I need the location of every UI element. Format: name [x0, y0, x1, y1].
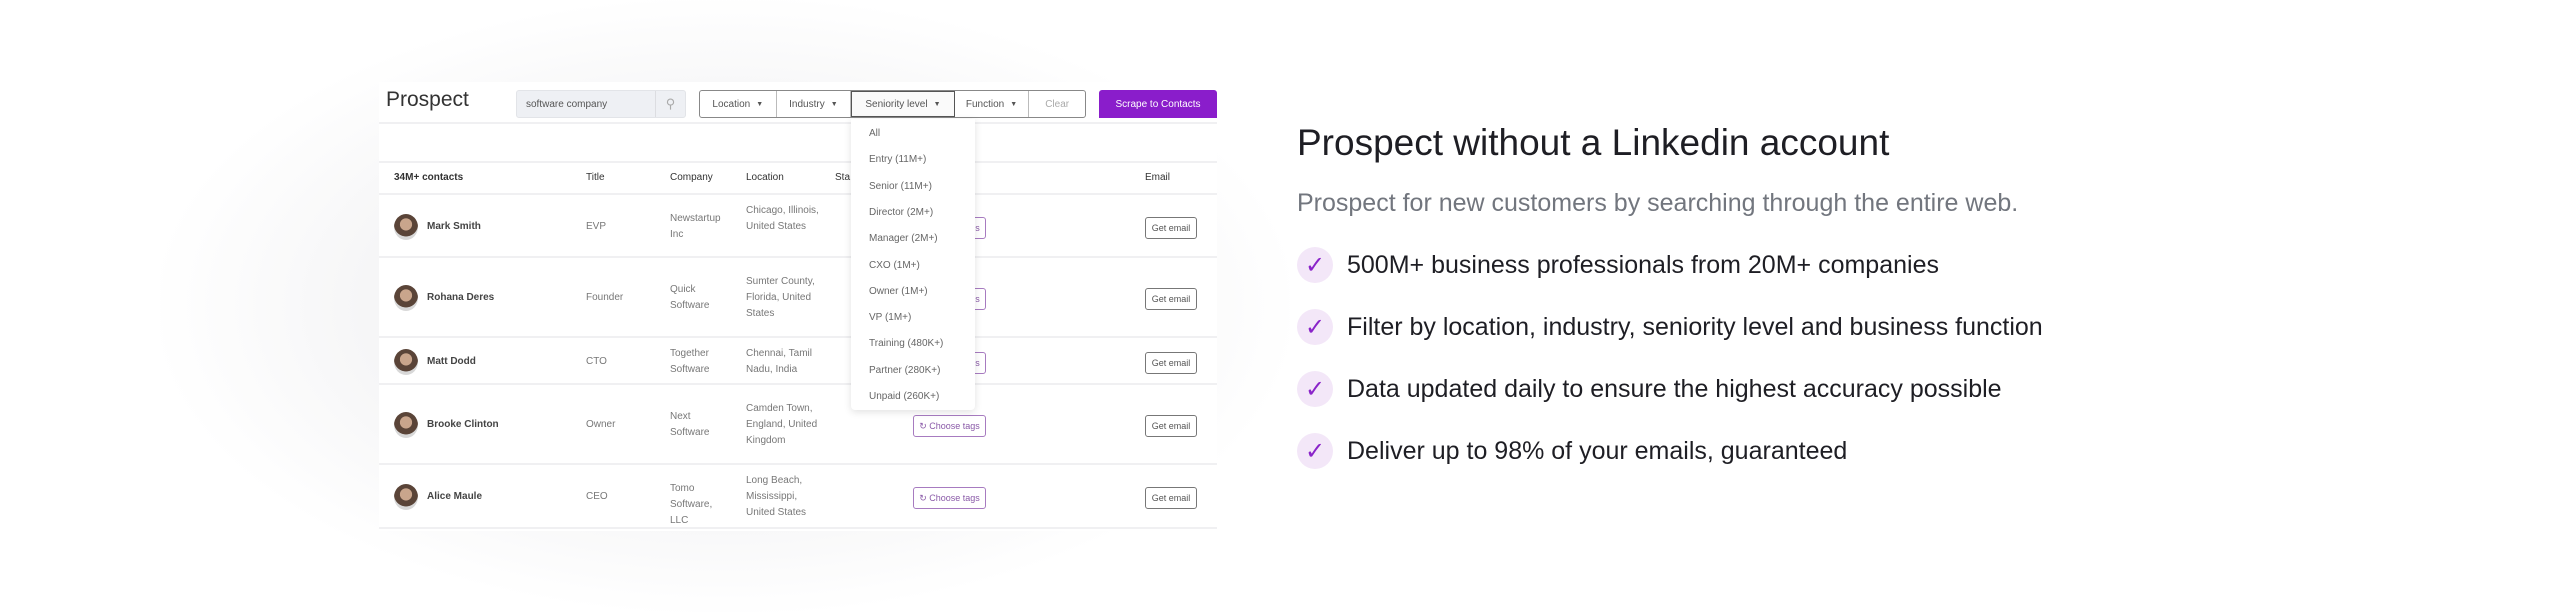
contact-name[interactable]: Matt Dodd — [427, 354, 476, 370]
seniority-dropdown-menu: All Entry (11M+) Senior (11M+) Director (2M… — [851, 119, 975, 410]
contact-name[interactable]: Rohana Deres — [427, 290, 494, 306]
feature-bullet-text: Data updated daily to ensure the highest… — [1347, 374, 2002, 403]
divider — [379, 161, 1217, 163]
contact-title: EVP — [586, 220, 607, 232]
feature-bullet-text: Filter by location, industry, seniority … — [1347, 312, 2043, 341]
dropdown-option[interactable]: Partner (280K+) — [869, 365, 940, 376]
clear-button[interactable]: Clear — [1029, 91, 1085, 117]
header-company: Company — [670, 172, 713, 183]
feature-subtitle: Prospect for new customers by searching … — [1297, 189, 2019, 217]
contact-location: Chicago, Illinois, United States — [746, 204, 819, 232]
contact-company: Quick Software — [670, 284, 710, 311]
feature-bullet: ✓ 500M+ business professionals from 20M+ … — [1297, 247, 1939, 283]
contact-location: Long Beach, Mississippi, United States — [746, 475, 807, 518]
contact-company: Tomo Software, LLC — [670, 483, 713, 526]
filter-label: Industry — [789, 98, 825, 110]
get-email-button[interactable]: Get email — [1145, 487, 1197, 509]
contact-title: CTO — [586, 355, 607, 367]
magnifier-icon[interactable]: ⚲ — [655, 91, 685, 117]
table-row: Brooke Clinton Owner Next Software Camde… — [379, 385, 1217, 465]
get-email-button[interactable]: Get email — [1145, 216, 1197, 239]
header-title: Title — [586, 172, 605, 183]
divider — [379, 122, 1217, 124]
table-row: Alice Maule CEO Tomo Software, LLC Long … — [379, 465, 1217, 529]
filter-label: Seniority level — [865, 98, 928, 110]
caret-down-icon: ▼ — [830, 100, 838, 108]
checkmark-icon: ✓ — [1297, 433, 1333, 469]
caret-down-icon: ▼ — [933, 100, 941, 108]
contact-name[interactable]: Alice Maule — [427, 489, 482, 505]
dropdown-option[interactable]: Training (480K+) — [869, 338, 943, 349]
tag-icon: ↻ — [919, 492, 927, 503]
filter-label: Function — [965, 98, 1005, 110]
header-location: Location — [746, 172, 784, 183]
contact-name[interactable]: Brooke Clinton — [427, 417, 499, 433]
scrape-to-contacts-button[interactable]: Scrape to Contacts — [1099, 90, 1217, 118]
get-email-button[interactable]: Get email — [1145, 288, 1197, 310]
dropdown-option[interactable]: CXO (1M+) — [869, 260, 920, 271]
dropdown-option[interactable]: Entry (11M+) — [869, 154, 926, 165]
contact-location: Camden Town, England, United Kingdom — [746, 403, 818, 446]
contact-title: Owner — [586, 419, 616, 430]
avatar — [394, 213, 418, 240]
contact-company: Newstartup Inc — [670, 212, 721, 240]
table-row: Matt Dodd CTO Together Software Chennai,… — [379, 338, 1217, 385]
feature-bullet: ✓ Filter by location, industry, seniority… — [1297, 309, 2043, 345]
contact-company: Next Software — [670, 411, 710, 438]
filter-seniority[interactable]: Seniority level ▼ — [851, 91, 955, 117]
contact-title: CEO — [586, 491, 608, 502]
dropdown-option[interactable]: Director (2M+) — [869, 207, 933, 218]
page-title: Prospect — [386, 88, 469, 111]
checkmark-icon: ✓ — [1297, 247, 1333, 283]
choose-tags-button[interactable]: ↻ Choose tags — [913, 487, 986, 509]
avatar — [394, 412, 418, 438]
contact-title: Founder — [586, 292, 624, 303]
search-value: software company — [526, 99, 608, 110]
filter-group: Location ▼ Industry ▼ Seniority level ▼ Fun… — [699, 90, 1086, 118]
table-row: Mark Smith EVP Newstartup Inc Chicago, I… — [379, 195, 1217, 258]
choose-tags-label: Choose tags — [929, 493, 980, 503]
dropdown-option[interactable]: Owner (1M+) — [869, 286, 928, 297]
avatar — [394, 348, 418, 375]
get-email-button[interactable]: Get email — [1145, 415, 1197, 437]
search-input[interactable]: software company ⚲ — [516, 90, 686, 118]
prospect-panel: Prospect software company ⚲ Location ▼ In… — [379, 82, 1217, 531]
choose-tags-button[interactable]: ↻ Choose tags — [913, 415, 986, 437]
contact-name[interactable]: Mark Smith — [427, 219, 481, 235]
feature-bullet-text: Deliver up to 98% of your emails, guaran… — [1347, 436, 1848, 465]
avatar — [394, 484, 418, 510]
feature-heading: Prospect without a Linkedin account — [1297, 122, 1890, 163]
caret-down-icon: ▼ — [756, 100, 764, 108]
feature-bullet: ✓ Data updated daily to ensure the highes… — [1297, 371, 2002, 407]
dropdown-option[interactable]: Unpaid (260K+) — [869, 391, 939, 402]
filter-location[interactable]: Location ▼ — [700, 91, 777, 117]
feature-bullet-text: 500M+ business professionals from 20M+ c… — [1347, 250, 1939, 279]
feature-bullet: ✓ Deliver up to 98% of your emails, guara… — [1297, 433, 1847, 469]
filter-function[interactable]: Function ▼ — [955, 91, 1030, 117]
header-email: Email — [1145, 172, 1171, 183]
contact-location: Sumter County, Florida, United States — [746, 276, 815, 319]
dropdown-option[interactable]: VP (1M+) — [869, 312, 911, 323]
dropdown-option[interactable]: Manager (2M+) — [869, 233, 938, 244]
filter-industry[interactable]: Industry ▼ — [777, 91, 852, 117]
dropdown-option[interactable]: Senior (11M+) — [869, 181, 932, 192]
contact-company: Together Software — [670, 347, 710, 375]
get-email-button[interactable]: Get email — [1145, 351, 1197, 374]
contact-location: Chennai, Tamil Nadu, India — [746, 347, 812, 375]
avatar — [394, 285, 418, 311]
checkmark-icon: ✓ — [1297, 309, 1333, 345]
dropdown-option[interactable]: All — [869, 128, 880, 139]
checkmark-icon: ✓ — [1297, 371, 1333, 407]
filter-label: Location — [712, 98, 751, 110]
header-status: Sta — [835, 172, 851, 183]
caret-down-icon: ▼ — [1010, 100, 1018, 108]
tag-icon: ↻ — [919, 420, 927, 431]
header-contacts: 34M+ contacts — [394, 172, 464, 183]
choose-tags-label: Choose tags — [929, 421, 980, 431]
table-row: Rohana Deres Founder Quick Software Sumt… — [379, 258, 1217, 338]
